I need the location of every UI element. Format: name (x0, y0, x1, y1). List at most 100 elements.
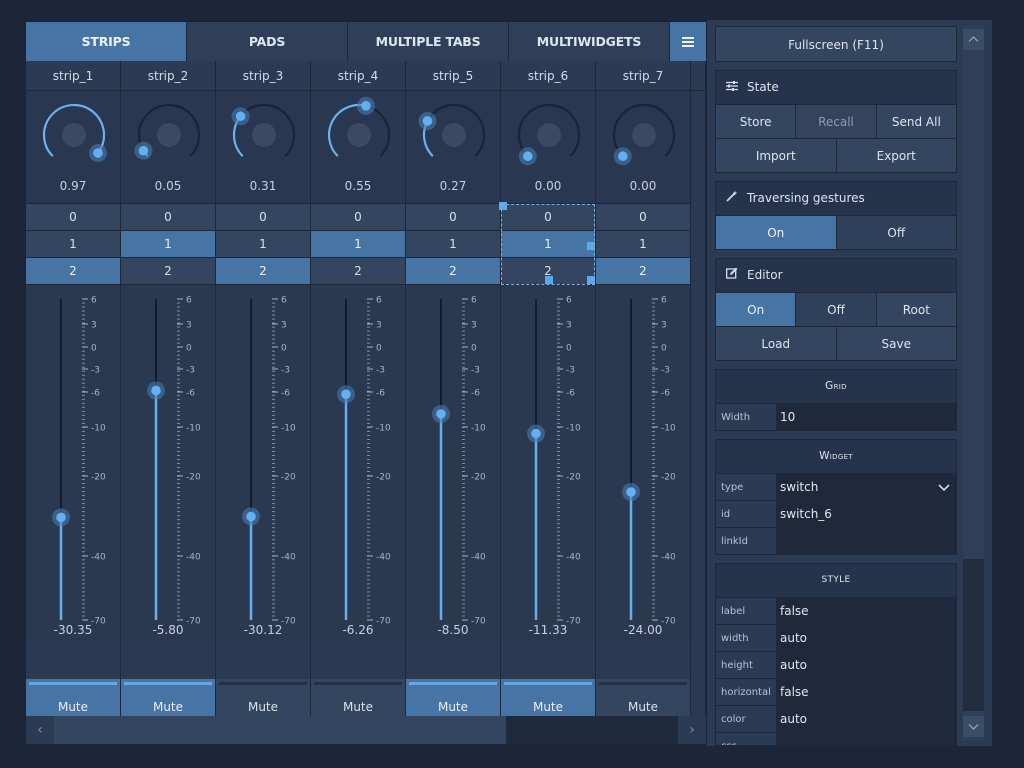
mute-button[interactable]: Mute (26, 679, 120, 716)
fader[interactable]: 630-3-6-10-20-40-70 (216, 285, 311, 641)
widget-type-select[interactable]: switch (776, 474, 956, 500)
strip-label: strip_5 (406, 61, 500, 91)
knob[interactable] (418, 95, 490, 167)
switch-option-0[interactable]: 0 (406, 204, 500, 231)
scroll-thumb[interactable] (54, 716, 506, 744)
recall-button[interactable]: Recall (796, 104, 877, 138)
save-button[interactable]: Save (836, 326, 956, 360)
scale-label: 6 (661, 296, 667, 306)
switch-option-1[interactable]: 1 (216, 231, 310, 258)
load-button[interactable]: Load (716, 326, 837, 360)
style-width-input[interactable]: auto (776, 625, 956, 651)
style-horizontal-input[interactable]: false (776, 679, 956, 705)
menu-button[interactable] (670, 22, 706, 61)
grid-width-input[interactable]: 10 (776, 404, 956, 430)
scale-label: -3 (186, 366, 195, 376)
knob[interactable] (323, 95, 395, 167)
knob[interactable] (133, 95, 205, 167)
fader-area: 6 3 0 -3 -6 -10 -20 -40 -70 -30.35 (26, 285, 120, 641)
fader-value: -24.00 (623, 623, 663, 637)
tab-multiple-tabs[interactable]: MULTIPLE TABS (348, 22, 509, 61)
knob[interactable] (608, 95, 680, 167)
switch-option-2[interactable]: 2 (596, 258, 690, 285)
fader[interactable]: 630-3-6-10-20-40-70 (311, 285, 406, 641)
fader-area: 6 3 0 -3 -6 -10 -20 -40 -70 -8.50 (406, 285, 500, 641)
knob[interactable] (513, 95, 585, 167)
switch-option-2[interactable]: 2 (311, 258, 405, 285)
mute-button[interactable]: Mute (501, 679, 595, 716)
switch-option-0[interactable]: 0 (216, 204, 310, 231)
switch-option-2[interactable]: 2 (26, 258, 120, 285)
traversing-on-button[interactable]: On (716, 215, 837, 249)
scroll-down-icon[interactable] (963, 716, 984, 737)
store-button[interactable]: Store (716, 104, 797, 138)
mute-button[interactable]: Mute (596, 679, 690, 716)
switch-option-1[interactable]: 1 (121, 231, 215, 258)
switch-option-0[interactable]: 0 (311, 204, 405, 231)
switch-option-0[interactable]: 0 (501, 204, 595, 231)
switch-option-1[interactable]: 1 (26, 231, 120, 258)
editor-root-button[interactable]: Root (876, 292, 956, 326)
send-all-button[interactable]: Send All (876, 104, 956, 138)
switch-option-1[interactable]: 1 (311, 231, 405, 258)
knob-handle (93, 148, 103, 158)
traversing-off-button[interactable]: Off (836, 215, 956, 249)
style-label-input[interactable]: false (776, 598, 956, 624)
resize-handle[interactable] (587, 276, 595, 284)
fader-area: 6 3 0 -3 -6 -10 -20 -40 -70 -11.33 (501, 285, 595, 641)
scroll-track[interactable] (963, 559, 984, 711)
scroll-left-icon[interactable]: ‹ (26, 716, 54, 744)
mute-button[interactable]: Mute (406, 679, 500, 716)
fader[interactable]: 630-3-6-10-20-40-70 (26, 285, 121, 641)
horizontal-scrollbar[interactable]: ‹ › (26, 716, 706, 744)
switch-option-0[interactable]: 0 (596, 204, 690, 231)
scale-label: -10 (661, 424, 676, 434)
fader[interactable]: 630-3-6-10-20-40-70 (406, 285, 501, 641)
switch-option-2[interactable]: 2 (406, 258, 500, 285)
scale-label: 6 (186, 296, 192, 306)
tab-strips[interactable]: STRIPS (26, 22, 187, 61)
style-css-row: css (716, 732, 956, 745)
strip-5: strip_5 0.27 0 1 2 6 3 0 -3 -6 -10 -20 -40 -70 -8.50 Mu… (406, 61, 501, 716)
fader[interactable]: 630-3-6-10-20-40-70 (121, 285, 216, 641)
scale-label: -20 (91, 473, 106, 483)
switch-option-0[interactable]: 0 (26, 204, 120, 231)
style-height-input[interactable]: auto (776, 652, 956, 678)
scroll-up-icon[interactable] (963, 29, 984, 50)
mute-button[interactable]: Mute (216, 679, 310, 716)
style-color-input[interactable]: auto (776, 706, 956, 732)
scale-label: 6 (281, 296, 287, 306)
switch-option-2[interactable]: 2 (121, 258, 215, 285)
resize-handle[interactable] (587, 242, 595, 250)
fullscreen-button[interactable]: Fullscreen (F11) (715, 26, 957, 62)
scroll-right-icon[interactable]: › (678, 716, 706, 744)
switch-option-1[interactable]: 1 (406, 231, 500, 258)
switch-option-1[interactable]: 1 (596, 231, 690, 258)
fader[interactable]: 630-3-6-10-20-40-70 (501, 285, 596, 641)
knob-handle (422, 116, 433, 126)
widget-id-input[interactable]: switch_6 (776, 501, 956, 527)
tab-multiwidgets[interactable]: MULTIWIDGETS (509, 22, 670, 61)
editor-on-button[interactable]: On (716, 292, 797, 326)
strip-label: strip_7 (596, 61, 690, 91)
export-button[interactable]: Export (836, 138, 956, 172)
mute-button[interactable]: Mute (311, 679, 405, 716)
switch-option-2[interactable]: 2 (216, 258, 310, 285)
knob[interactable] (38, 95, 110, 167)
tab-pads[interactable]: PADS (187, 22, 348, 61)
mute-button[interactable]: Mute (121, 679, 215, 716)
resize-handle[interactable] (545, 276, 553, 284)
import-button[interactable]: Import (716, 138, 837, 172)
resize-handle[interactable] (499, 202, 507, 210)
fader[interactable]: 630-3-6-10-20-40-70 (596, 285, 691, 641)
vertical-scrollbar[interactable] (963, 26, 984, 740)
fader-handle (56, 512, 66, 523)
editor-off-button[interactable]: Off (796, 292, 877, 326)
switch-option-0[interactable]: 0 (121, 204, 215, 231)
switch-option-1[interactable]: 1 (501, 231, 595, 258)
strip-label: strip_6 (501, 61, 595, 91)
style-css-input[interactable] (776, 733, 956, 745)
widget-linkid-input[interactable] (776, 528, 956, 554)
scale-label: 0 (566, 344, 572, 354)
knob[interactable] (228, 95, 300, 167)
